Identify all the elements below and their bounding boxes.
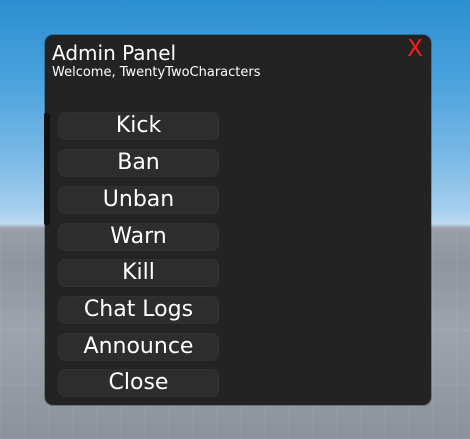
- admin-panel: Admin Panel Welcome, TwentyTwoCharacters…: [44, 35, 431, 405]
- warn-button[interactable]: Warn: [58, 223, 219, 251]
- panel-title: Admin Panel: [52, 41, 177, 65]
- close-button[interactable]: Close: [58, 369, 219, 397]
- kill-button[interactable]: Kill: [58, 259, 219, 287]
- welcome-text: Welcome, TwentyTwoCharacters: [52, 65, 261, 80]
- ban-button[interactable]: Ban: [58, 149, 219, 177]
- chat-logs-button[interactable]: Chat Logs: [58, 296, 219, 324]
- close-icon[interactable]: X: [407, 36, 423, 62]
- kick-button[interactable]: Kick: [58, 112, 219, 140]
- announce-button[interactable]: Announce: [58, 333, 219, 361]
- scrollbar-track: [44, 113, 50, 225]
- unban-button[interactable]: Unban: [58, 186, 219, 214]
